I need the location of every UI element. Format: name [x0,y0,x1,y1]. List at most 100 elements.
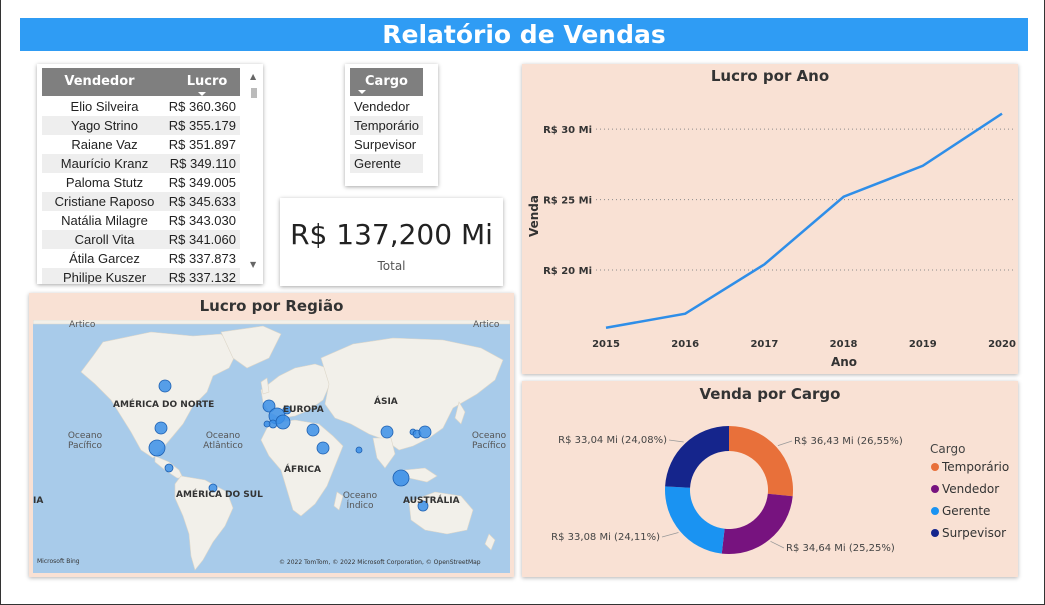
cargo-slicer-title: Cargo [365,74,408,89]
line-point[interactable] [1000,112,1004,116]
label-artico-left: Ártico [69,320,96,330]
label-africa-edge: IA [33,496,44,506]
cargo-slicer[interactable]: Cargo Vendedor Temporário Surpevisor Gerent… [345,64,438,186]
cargo-slicer-item[interactable]: Temporário [350,116,423,135]
cell-vendedor: Elio Silveira [70,99,139,114]
map-bubble[interactable] [263,420,271,428]
column-header-vendedor[interactable]: Vendedor [42,74,157,89]
cell-vendedor: Maurício Kranz [60,156,149,171]
map-bubble[interactable] [418,425,432,439]
legend-item[interactable]: Surpevisor [942,526,1006,540]
map-bubble[interactable] [148,439,166,457]
cell-lucro: R$ 355.179 [168,118,236,133]
map-copyright[interactable]: © 2022 TomTom, © 2022 Microsoft Corporat… [279,559,481,566]
line-chart: R$ 20 Mi R$ 25 Mi R$ 30 Mi 2015 2016 2017 2018… [527,112,1016,369]
table-row[interactable]: Yago Strino R$ 355.179 [42,116,240,135]
kpi-value: R$ 137,200 Mi [290,218,493,251]
cargo-slicer-item[interactable]: Vendedor [350,97,423,116]
cargo-slicer-item[interactable]: Gerente [350,154,423,173]
donut-data-label: R$ 33,08 Mi (24,11%) [551,532,660,543]
map-bubble[interactable] [164,463,174,473]
map-bubble[interactable] [380,425,394,439]
kpi-card-total: R$ 137,200 Mi Total [280,198,503,286]
line-point[interactable] [842,195,846,199]
table-row[interactable]: Paloma Stutz R$ 349.005 [42,173,240,192]
map-title: Lucro por Região [199,297,344,315]
label-oceano-indico: Oceano Índico [342,491,378,511]
scroll-up-icon[interactable]: ▲ [250,72,256,81]
cell-lucro: R$ 351.897 [168,137,236,152]
cell-lucro: R$ 341.060 [168,232,236,247]
label-oceano-pacifico-left: Oceano Pacífico [67,431,103,451]
scrollbar-thumb[interactable] [251,88,257,98]
map-bubble[interactable] [355,446,363,454]
cell-lucro: R$ 345.633 [168,194,236,209]
label-leader-line [777,440,793,447]
table-header: Vendedor Lucro [42,68,240,96]
cell-lucro: R$ 337.873 [168,251,236,266]
donut-data-label: R$ 33,04 Mi (24,08%) [558,435,667,446]
line-point[interactable] [604,326,608,330]
legend-item[interactable]: Gerente [942,504,990,518]
legend-swatch [931,529,939,537]
label-america-norte: AMÉRICA DO NORTE [113,400,215,410]
label-oceano-pacifico-right: Oceano Pacífico [471,431,507,451]
vendedor-table[interactable]: Vendedor Lucro Elio Silveira R$ 360.360 Ya… [37,64,263,284]
line-point[interactable] [762,262,766,266]
legend-swatch [931,507,939,515]
table-row[interactable]: Cristiane Raposo R$ 345.633 [42,192,240,211]
donut-slice[interactable] [665,426,729,488]
cell-vendedor: Natália Milagre [61,213,148,228]
table-row[interactable]: Natália Milagre R$ 343.030 [42,211,240,230]
line-chart-panel[interactable]: Lucro por Ano R$ 20 Mi R$ 25 Mi R$ 30 Mi 20… [522,64,1018,374]
scroll-down-icon[interactable]: ▼ [250,260,256,269]
donut-data-label: R$ 36,43 Mi (26,55%) [794,436,903,447]
cell-lucro: R$ 337.132 [168,270,236,284]
legend-item[interactable]: Temporário [941,460,1009,474]
map-bubble[interactable] [154,421,168,435]
map-bubble[interactable] [316,441,330,455]
cell-lucro: R$ 349.005 [168,175,236,190]
map-bubble[interactable] [275,414,291,430]
table-row[interactable]: Raiane Vaz R$ 351.897 [42,135,240,154]
label-europa: EUROPA [283,405,324,415]
table-row[interactable]: Philipe Kuszer R$ 337.132 [42,268,240,284]
table-body: Elio Silveira R$ 360.360 Yago Strino R$ 355… [42,97,240,284]
x-tick-label: 2019 [909,339,937,350]
cell-lucro: R$ 349.110 [169,156,236,171]
x-tick-label: 2017 [750,339,778,350]
donut-slice[interactable] [721,493,793,554]
cargo-slicer-item[interactable]: Surpevisor [350,135,423,154]
line-series[interactable] [605,112,1003,330]
donut-slice[interactable] [665,486,725,554]
donut-chart-panel[interactable]: Venda por Cargo R$ 36,43 Mi (26,55%) R$ 3… [522,381,1018,577]
legend-swatch [931,463,939,471]
label-africa: ÁFRICA [284,465,321,475]
map-bubble[interactable] [158,379,172,393]
x-tick-label: 2020 [988,339,1016,350]
cell-vendedor: Caroll Vita [74,232,135,247]
table-row[interactable]: Átila Garcez R$ 337.873 [42,249,240,268]
column-header-lucro[interactable]: Lucro [172,74,242,89]
cell-vendedor: Yago Strino [71,118,138,133]
label-leader-line [770,540,785,549]
line-point[interactable] [921,164,925,168]
table-scrollbar[interactable]: ▲ ▼ [250,72,258,272]
x-tick-label: 2018 [830,339,858,350]
label-america-sul: AMÉRICA DO SUL [176,490,263,500]
cargo-slicer-list: Vendedor Temporário Surpevisor Gerente [350,97,423,173]
table-row[interactable]: Elio Silveira R$ 360.360 [42,97,240,116]
table-row[interactable]: Caroll Vita R$ 341.060 [42,230,240,249]
table-row[interactable]: Maurício Kranz R$ 349.110 [42,154,240,173]
label-asia: ÁSIA [374,397,398,407]
map-bubble[interactable] [392,469,410,487]
y-tick-label: R$ 25 Mi [543,196,592,207]
map-bubble[interactable] [306,423,320,437]
cell-lucro: R$ 360.360 [168,99,236,114]
map-panel[interactable]: Lucro por Região Ártico Ártico AMÉRICA D… [29,293,514,577]
line-point[interactable] [683,312,687,316]
legend-item[interactable]: Vendedor [942,482,999,496]
world-map[interactable]: Ártico Ártico AMÉRICA DO NORTE EUROPA ÁS… [33,320,510,573]
x-axis-label: Ano [831,355,857,369]
donut-slice[interactable] [729,426,793,497]
